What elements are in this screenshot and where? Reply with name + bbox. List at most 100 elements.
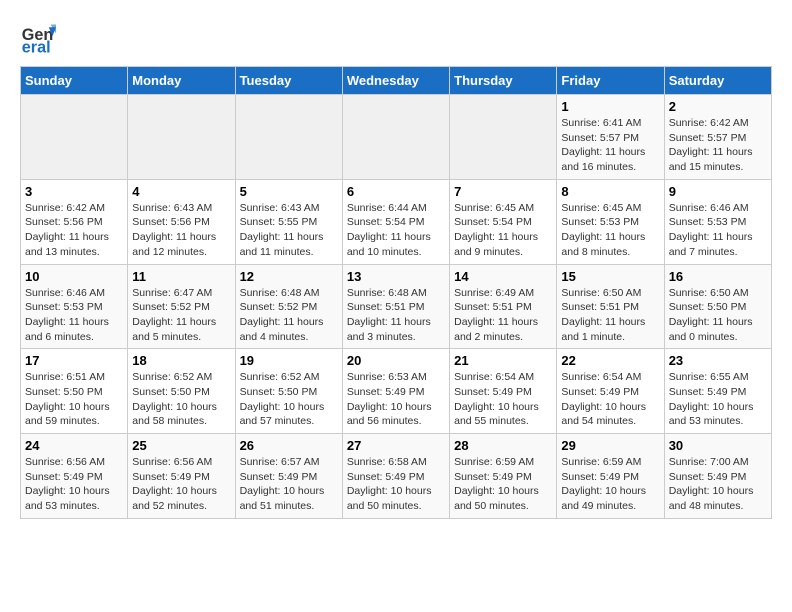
day-number: 16 <box>669 269 767 284</box>
day-info: Sunrise: 6:46 AM Sunset: 5:53 PM Dayligh… <box>25 286 123 345</box>
day-number: 30 <box>669 438 767 453</box>
calendar-cell: 2Sunrise: 6:42 AM Sunset: 5:57 PM Daylig… <box>664 95 771 180</box>
day-number: 27 <box>347 438 445 453</box>
day-number: 12 <box>240 269 338 284</box>
calendar-cell: 11 Sunrise: 6:47 AM Sunset: 5:52 PM Dayli… <box>128 264 235 349</box>
calendar-cell: 7 Sunrise: 6:45 AM Sunset: 5:54 PM Daylig… <box>450 179 557 264</box>
calendar-cell: 8 Sunrise: 6:45 AM Sunset: 5:53 PM Daylig… <box>557 179 664 264</box>
day-info: Sunrise: 6:50 AM Sunset: 5:50 PM Dayligh… <box>669 286 767 345</box>
day-info: Sunrise: 6:48 AM Sunset: 5:51 PM Dayligh… <box>347 286 445 345</box>
day-number: 18 <box>132 353 230 368</box>
weekday-header: Monday <box>128 67 235 95</box>
calendar-header: SundayMondayTuesdayWednesdayThursdayFrid… <box>21 67 772 95</box>
weekday-header: Saturday <box>664 67 771 95</box>
calendar-week-row: 10 Sunrise: 6:46 AM Sunset: 5:53 PM Dayli… <box>21 264 772 349</box>
weekday-header: Friday <box>557 67 664 95</box>
calendar-cell <box>342 95 449 180</box>
calendar-cell: 30 Sunrise: 7:00 AM Sunset: 5:49 PM Dayli… <box>664 434 771 519</box>
calendar-cell: 6Sunrise: 6:44 AM Sunset: 5:54 PM Daylig… <box>342 179 449 264</box>
calendar-cell: 4 Sunrise: 6:43 AM Sunset: 5:56 PM Daylig… <box>128 179 235 264</box>
calendar-cell <box>235 95 342 180</box>
page-header: Gen eral <box>20 20 772 56</box>
calendar-cell: 20 Sunrise: 6:53 AM Sunset: 5:49 PM Dayli… <box>342 349 449 434</box>
day-info: Sunrise: 6:48 AM Sunset: 5:52 PM Dayligh… <box>240 286 338 345</box>
calendar-week-row: 17Sunrise: 6:51 AM Sunset: 5:50 PM Dayli… <box>21 349 772 434</box>
day-number: 9 <box>669 184 767 199</box>
day-number: 20 <box>347 353 445 368</box>
day-info: Sunrise: 6:55 AM Sunset: 5:49 PM Dayligh… <box>669 370 767 429</box>
day-number: 21 <box>454 353 552 368</box>
day-number: 10 <box>25 269 123 284</box>
calendar-cell: 19 Sunrise: 6:52 AM Sunset: 5:50 PM Dayli… <box>235 349 342 434</box>
day-number: 15 <box>561 269 659 284</box>
calendar-table: SundayMondayTuesdayWednesdayThursdayFrid… <box>20 66 772 519</box>
calendar-cell <box>128 95 235 180</box>
day-info: Sunrise: 6:59 AM Sunset: 5:49 PM Dayligh… <box>454 455 552 514</box>
day-number: 1 <box>561 99 659 114</box>
day-info: Sunrise: 6:49 AM Sunset: 5:51 PM Dayligh… <box>454 286 552 345</box>
day-info: Sunrise: 6:41 AM Sunset: 5:57 PM Dayligh… <box>561 116 659 175</box>
day-number: 28 <box>454 438 552 453</box>
calendar-cell: 16 Sunrise: 6:50 AM Sunset: 5:50 PM Dayli… <box>664 264 771 349</box>
day-number: 26 <box>240 438 338 453</box>
day-number: 29 <box>561 438 659 453</box>
day-info: Sunrise: 6:51 AM Sunset: 5:50 PM Dayligh… <box>25 370 123 429</box>
day-number: 13 <box>347 269 445 284</box>
logo: Gen eral <box>20 20 60 56</box>
calendar-cell: 27Sunrise: 6:58 AM Sunset: 5:49 PM Dayli… <box>342 434 449 519</box>
calendar-cell: 21Sunrise: 6:54 AM Sunset: 5:49 PM Dayli… <box>450 349 557 434</box>
day-number: 24 <box>25 438 123 453</box>
calendar-week-row: 3Sunrise: 6:42 AM Sunset: 5:56 PM Daylig… <box>21 179 772 264</box>
calendar-cell <box>450 95 557 180</box>
day-info: Sunrise: 6:47 AM Sunset: 5:52 PM Dayligh… <box>132 286 230 345</box>
day-info: Sunrise: 6:43 AM Sunset: 5:55 PM Dayligh… <box>240 201 338 260</box>
day-number: 23 <box>669 353 767 368</box>
calendar-cell: 1 Sunrise: 6:41 AM Sunset: 5:57 PM Daylig… <box>557 95 664 180</box>
calendar-cell: 13 Sunrise: 6:48 AM Sunset: 5:51 PM Dayli… <box>342 264 449 349</box>
day-info: Sunrise: 6:46 AM Sunset: 5:53 PM Dayligh… <box>669 201 767 260</box>
day-number: 14 <box>454 269 552 284</box>
day-number: 7 <box>454 184 552 199</box>
calendar-body: 1 Sunrise: 6:41 AM Sunset: 5:57 PM Daylig… <box>21 95 772 519</box>
calendar-cell: 3Sunrise: 6:42 AM Sunset: 5:56 PM Daylig… <box>21 179 128 264</box>
day-number: 22 <box>561 353 659 368</box>
calendar-cell: 25 Sunrise: 6:56 AM Sunset: 5:49 PM Dayli… <box>128 434 235 519</box>
calendar-cell: 23 Sunrise: 6:55 AM Sunset: 5:49 PM Dayli… <box>664 349 771 434</box>
day-number: 25 <box>132 438 230 453</box>
day-number: 4 <box>132 184 230 199</box>
day-info: Sunrise: 6:54 AM Sunset: 5:49 PM Dayligh… <box>561 370 659 429</box>
day-info: Sunrise: 6:45 AM Sunset: 5:54 PM Dayligh… <box>454 201 552 260</box>
day-info: Sunrise: 6:42 AM Sunset: 5:56 PM Dayligh… <box>25 201 123 260</box>
day-info: Sunrise: 7:00 AM Sunset: 5:49 PM Dayligh… <box>669 455 767 514</box>
day-info: Sunrise: 6:45 AM Sunset: 5:53 PM Dayligh… <box>561 201 659 260</box>
day-info: Sunrise: 6:57 AM Sunset: 5:49 PM Dayligh… <box>240 455 338 514</box>
day-info: Sunrise: 6:50 AM Sunset: 5:51 PM Dayligh… <box>561 286 659 345</box>
calendar-cell: 29 Sunrise: 6:59 AM Sunset: 5:49 PM Dayli… <box>557 434 664 519</box>
calendar-week-row: 24 Sunrise: 6:56 AM Sunset: 5:49 PM Dayli… <box>21 434 772 519</box>
weekday-header: Tuesday <box>235 67 342 95</box>
calendar-cell: 10 Sunrise: 6:46 AM Sunset: 5:53 PM Dayli… <box>21 264 128 349</box>
day-info: Sunrise: 6:59 AM Sunset: 5:49 PM Dayligh… <box>561 455 659 514</box>
svg-text:eral: eral <box>22 38 51 56</box>
day-info: Sunrise: 6:56 AM Sunset: 5:49 PM Dayligh… <box>132 455 230 514</box>
calendar-week-row: 1 Sunrise: 6:41 AM Sunset: 5:57 PM Daylig… <box>21 95 772 180</box>
day-info: Sunrise: 6:42 AM Sunset: 5:57 PM Dayligh… <box>669 116 767 175</box>
day-number: 19 <box>240 353 338 368</box>
calendar-cell: 17Sunrise: 6:51 AM Sunset: 5:50 PM Dayli… <box>21 349 128 434</box>
day-number: 11 <box>132 269 230 284</box>
calendar-cell: 28 Sunrise: 6:59 AM Sunset: 5:49 PM Dayli… <box>450 434 557 519</box>
calendar-cell: 26 Sunrise: 6:57 AM Sunset: 5:49 PM Dayli… <box>235 434 342 519</box>
calendar-cell: 24 Sunrise: 6:56 AM Sunset: 5:49 PM Dayli… <box>21 434 128 519</box>
weekday-header: Thursday <box>450 67 557 95</box>
logo-icon: Gen eral <box>20 20 56 56</box>
day-number: 5 <box>240 184 338 199</box>
day-info: Sunrise: 6:56 AM Sunset: 5:49 PM Dayligh… <box>25 455 123 514</box>
day-info: Sunrise: 6:44 AM Sunset: 5:54 PM Dayligh… <box>347 201 445 260</box>
calendar-cell: 14 Sunrise: 6:49 AM Sunset: 5:51 PM Dayli… <box>450 264 557 349</box>
calendar-cell: 5 Sunrise: 6:43 AM Sunset: 5:55 PM Daylig… <box>235 179 342 264</box>
day-number: 8 <box>561 184 659 199</box>
day-info: Sunrise: 6:52 AM Sunset: 5:50 PM Dayligh… <box>240 370 338 429</box>
day-info: Sunrise: 6:53 AM Sunset: 5:49 PM Dayligh… <box>347 370 445 429</box>
day-info: Sunrise: 6:43 AM Sunset: 5:56 PM Dayligh… <box>132 201 230 260</box>
calendar-cell: 15 Sunrise: 6:50 AM Sunset: 5:51 PM Dayli… <box>557 264 664 349</box>
